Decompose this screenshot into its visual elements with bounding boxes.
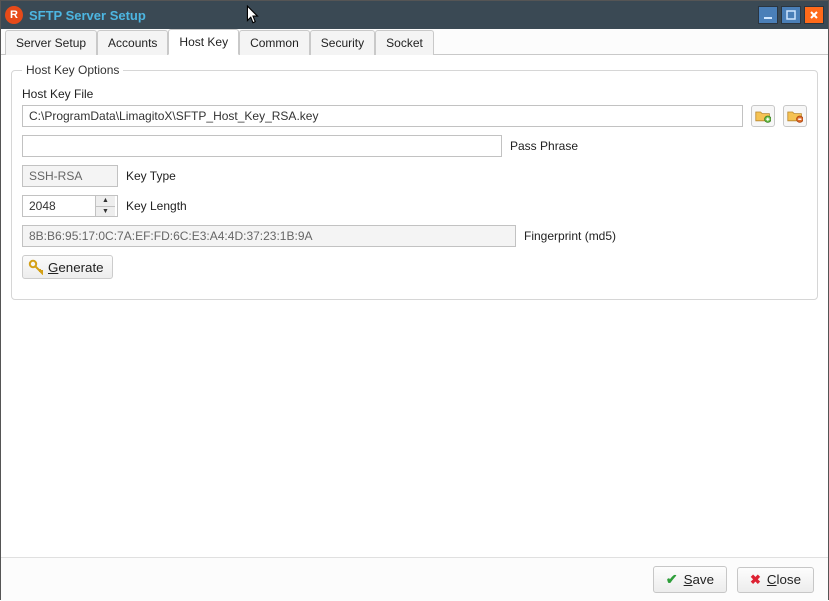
key-length-label: Key Length <box>126 199 226 213</box>
save-button[interactable]: ✔ Save <box>653 566 727 593</box>
passphrase-input[interactable] <box>22 135 502 157</box>
clear-file-button[interactable] <box>783 105 807 127</box>
key-length-up-button[interactable]: ▲ <box>96 196 115 207</box>
tab-socket[interactable]: Socket <box>375 30 434 55</box>
browse-file-button[interactable] <box>751 105 775 127</box>
content-area: Host Key Options Host Key File <box>1 55 828 557</box>
key-type-input <box>22 165 118 187</box>
save-label: Save <box>684 572 714 587</box>
window-title: SFTP Server Setup <box>29 8 146 23</box>
group-legend: Host Key Options <box>22 63 123 77</box>
folder-remove-icon <box>787 109 803 123</box>
key-type-label: Key Type <box>126 169 226 183</box>
close-button[interactable]: ✖ Close <box>737 567 814 593</box>
tab-accounts[interactable]: Accounts <box>97 30 168 55</box>
app-icon: R <box>5 6 23 24</box>
tab-common[interactable]: Common <box>239 30 310 55</box>
close-label: Close <box>767 572 801 587</box>
maximize-button[interactable] <box>781 6 801 24</box>
folder-add-icon <box>755 109 771 123</box>
tab-bar: Server Setup Accounts Host Key Common Se… <box>1 29 828 55</box>
host-key-file-label: Host Key File <box>22 87 807 101</box>
check-icon: ✔ <box>666 571 678 588</box>
cursor-icon <box>246 5 262 25</box>
tab-security[interactable]: Security <box>310 30 375 55</box>
host-key-file-input[interactable] <box>22 105 743 127</box>
title-bar: R SFTP Server Setup <box>1 1 828 29</box>
footer-bar: ✔ Save ✖ Close <box>1 557 828 601</box>
key-length-stepper[interactable]: ▲ ▼ <box>22 195 118 217</box>
generate-label: Generate <box>48 260 104 275</box>
x-icon: ✖ <box>750 572 761 588</box>
host-key-options-group: Host Key Options Host Key File <box>11 63 818 300</box>
tab-host-key[interactable]: Host Key <box>168 29 239 55</box>
passphrase-label: Pass Phrase <box>510 139 610 153</box>
key-length-input[interactable] <box>23 196 95 216</box>
minimize-button[interactable] <box>758 6 778 24</box>
key-length-down-button[interactable]: ▼ <box>96 207 115 217</box>
fingerprint-label: Fingerprint (md5) <box>524 229 624 243</box>
close-window-button[interactable] <box>804 6 824 24</box>
key-icon <box>28 259 44 275</box>
generate-button[interactable]: Generate <box>22 255 113 279</box>
tab-server-setup[interactable]: Server Setup <box>5 30 97 55</box>
fingerprint-input <box>22 225 516 247</box>
